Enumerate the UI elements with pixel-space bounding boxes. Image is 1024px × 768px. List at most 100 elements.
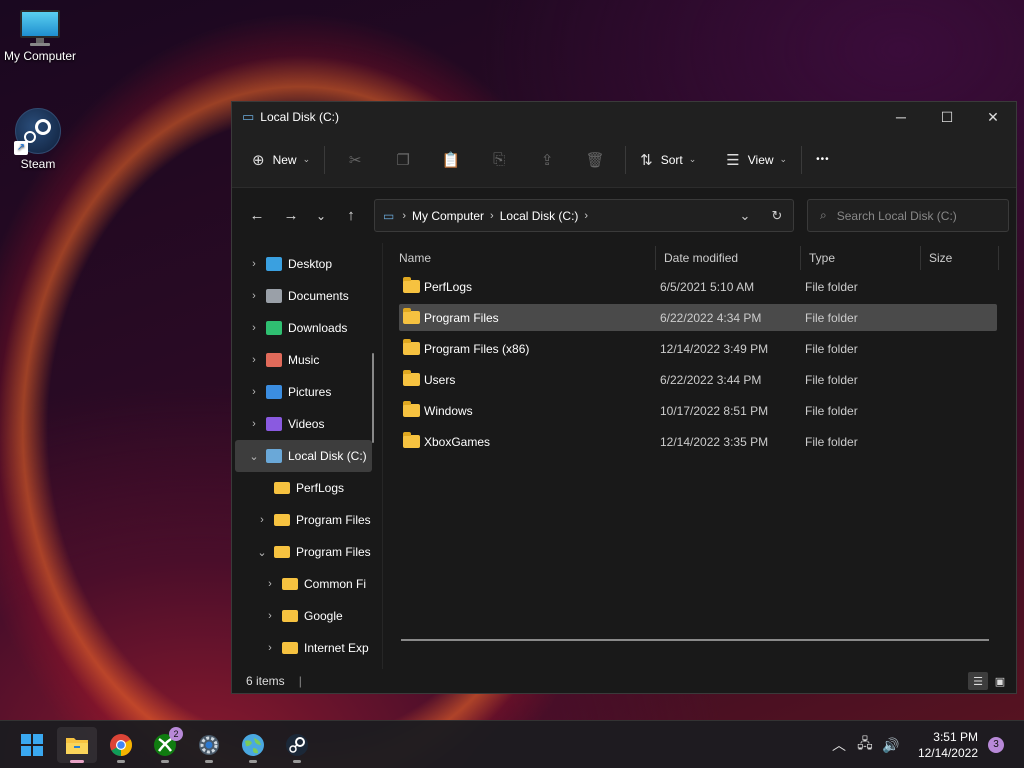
taskbar-settings[interactable]: [189, 727, 229, 763]
refresh-button[interactable]: ↻: [761, 208, 793, 224]
chevron-right-icon[interactable]: ›: [262, 578, 278, 590]
command-bar: ⊕ New ⌄ ✂ ❐ 📋 ⎘ ⇪ 🗑 ⇅ Sort ⌄ ☰ View ⌄ ••…: [232, 132, 1016, 188]
nav-item-label: Internet Exp: [304, 641, 369, 655]
search-box[interactable]: ⌕ Search Local Disk (C:): [807, 199, 1009, 232]
clock[interactable]: 3:51 PM 12/14/2022: [918, 729, 978, 761]
forward-button[interactable]: →: [276, 201, 306, 231]
file-date: 12/14/2022 3:49 PM: [660, 341, 769, 356]
file-name-cell: Windows: [399, 401, 656, 418]
show-hidden-icons-button[interactable]: ︿: [826, 735, 852, 755]
details-view-button[interactable]: ☰: [968, 672, 988, 690]
breadcrumb-local-disk[interactable]: Local Disk (C:): [500, 209, 579, 223]
title-bar[interactable]: ▭ Local Disk (C:) ─ ☐ ✕: [232, 102, 1016, 132]
chevron-right-icon[interactable]: ›: [246, 322, 262, 334]
column-name[interactable]: Name: [399, 246, 656, 270]
chevron-right-icon[interactable]: ›: [254, 514, 270, 526]
chevron-right-icon[interactable]: ›: [246, 290, 262, 302]
nav-item[interactable]: › Downloads: [232, 312, 382, 344]
nav-item[interactable]: › Documents: [232, 280, 382, 312]
taskbar-chrome[interactable]: [101, 727, 141, 763]
chevron-right-icon[interactable]: ›: [262, 610, 278, 622]
toolbar-divider: [324, 145, 326, 174]
horizontal-scrollbar[interactable]: [401, 639, 989, 641]
taskbar-file-explorer[interactable]: [57, 727, 97, 763]
sort-button[interactable]: ⇅ Sort ⌄: [632, 144, 704, 176]
taskbar-steam[interactable]: [277, 727, 317, 763]
folder-icon: [403, 339, 420, 355]
copy-button[interactable]: ❐: [379, 144, 427, 176]
nav-item[interactable]: › Desktop: [232, 248, 382, 280]
nav-item[interactable]: › Common Fi: [232, 568, 382, 600]
column-type[interactable]: Type: [801, 246, 921, 270]
cut-button[interactable]: ✂: [331, 144, 379, 176]
chevron-right-icon[interactable]: ›: [246, 258, 262, 270]
chevron-right-icon[interactable]: ›: [246, 418, 262, 430]
taskbar-globe-app[interactable]: [233, 727, 273, 763]
notification-badge[interactable]: 3: [988, 737, 1004, 753]
nav-item[interactable]: ⌄ Program Files: [232, 536, 382, 568]
file-row[interactable]: Program Files (x86) 12/14/2022 3:49 PM Fil…: [399, 335, 997, 362]
chevron-right-icon: ›: [402, 209, 407, 222]
nav-item[interactable]: › Videos: [232, 408, 382, 440]
up-button[interactable]: ↑: [336, 201, 366, 231]
taskbar-xbox[interactable]: 2: [145, 727, 185, 763]
desktop-icon-steam[interactable]: ↗ Steam: [0, 108, 78, 171]
system-tray: ︿ 🖧 🔊 3:51 PM 12/14/2022 3: [826, 721, 1024, 768]
desktop-icon-my-computer[interactable]: My Computer: [0, 10, 80, 63]
nav-item[interactable]: › Pictures: [232, 376, 382, 408]
column-date[interactable]: Date modified: [656, 246, 801, 270]
clock-date: 12/14/2022: [917, 746, 978, 760]
nav-item[interactable]: ⌄ Local Disk (C:): [235, 440, 372, 472]
file-type: File folder: [805, 310, 858, 325]
file-row[interactable]: XboxGames 12/14/2022 3:35 PM File folder: [399, 428, 997, 455]
nav-item[interactable]: › Program Files: [232, 504, 382, 536]
volume-button[interactable]: 🔊: [878, 737, 904, 754]
rename-button[interactable]: ⎘: [475, 144, 523, 176]
nav-item-label: Music: [288, 353, 320, 367]
recent-locations-button[interactable]: ⌄: [306, 201, 336, 231]
start-button[interactable]: [12, 727, 52, 763]
new-label: New: [272, 152, 297, 167]
chevron-down-icon[interactable]: ⌄: [254, 546, 270, 559]
minimize-button[interactable]: ─: [878, 102, 924, 132]
file-date: 6/22/2022 4:34 PM: [660, 310, 762, 325]
clipboard-icon: 📋: [441, 151, 461, 169]
chevron-right-icon[interactable]: ›: [246, 354, 262, 366]
taskbar: 2 ︿ 🖧 🔊 3:51 PM 12/14/2022 3: [0, 720, 1024, 768]
breadcrumb-my-computer[interactable]: My Computer: [412, 209, 484, 223]
new-button[interactable]: ⊕ New ⌄: [244, 144, 318, 176]
network-button[interactable]: 🖧: [852, 733, 878, 757]
nav-item[interactable]: PerfLogs: [232, 472, 382, 504]
navigation-row: ← → ⌄ ↑ ▭ › My Computer › Local Disk (C:…: [232, 188, 1016, 243]
scissors-icon: ✂: [348, 151, 362, 169]
nav-item-label: PerfLogs: [296, 481, 345, 495]
tiles-view-button[interactable]: ▣: [990, 672, 1010, 690]
view-button[interactable]: ☰ View ⌄: [718, 144, 795, 176]
close-button[interactable]: ✕: [970, 102, 1016, 132]
file-row[interactable]: Windows 10/17/2022 8:51 PM File folder: [399, 397, 997, 424]
paste-button[interactable]: 📋: [427, 144, 475, 176]
chevron-down-icon[interactable]: ⌄: [246, 450, 262, 463]
delete-button[interactable]: 🗑: [571, 144, 619, 176]
arrow-right-icon: →: [283, 207, 299, 224]
chevron-right-icon[interactable]: ›: [246, 386, 262, 398]
address-dropdown-button[interactable]: ⌄: [729, 208, 761, 224]
file-type: File folder: [805, 279, 858, 294]
nav-item[interactable]: › Google: [232, 600, 382, 632]
nav-item[interactable]: › Internet Exp: [232, 632, 382, 664]
chevron-right-icon[interactable]: ›: [262, 642, 278, 654]
maximize-button[interactable]: ☐: [924, 102, 970, 132]
back-button[interactable]: ←: [242, 201, 272, 231]
drive-icon: [266, 449, 282, 463]
nav-item[interactable]: › Music: [232, 344, 382, 376]
file-row[interactable]: PerfLogs 6/5/2021 5:10 AM File folder: [399, 273, 997, 300]
view-label: View: [747, 152, 774, 167]
nav-scrollbar[interactable]: [372, 353, 374, 443]
pictures-icon: [266, 385, 282, 399]
file-row[interactable]: Users 6/22/2022 3:44 PM File folder: [399, 366, 997, 393]
share-button[interactable]: ⇪: [523, 144, 571, 176]
column-size[interactable]: Size: [921, 246, 999, 270]
more-options-button[interactable]: •••: [808, 144, 838, 176]
file-row[interactable]: Program Files 6/22/2022 4:34 PM File folde…: [399, 304, 997, 331]
address-bar[interactable]: ▭ › My Computer › Local Disk (C:) › ⌄ ↻: [374, 199, 794, 232]
